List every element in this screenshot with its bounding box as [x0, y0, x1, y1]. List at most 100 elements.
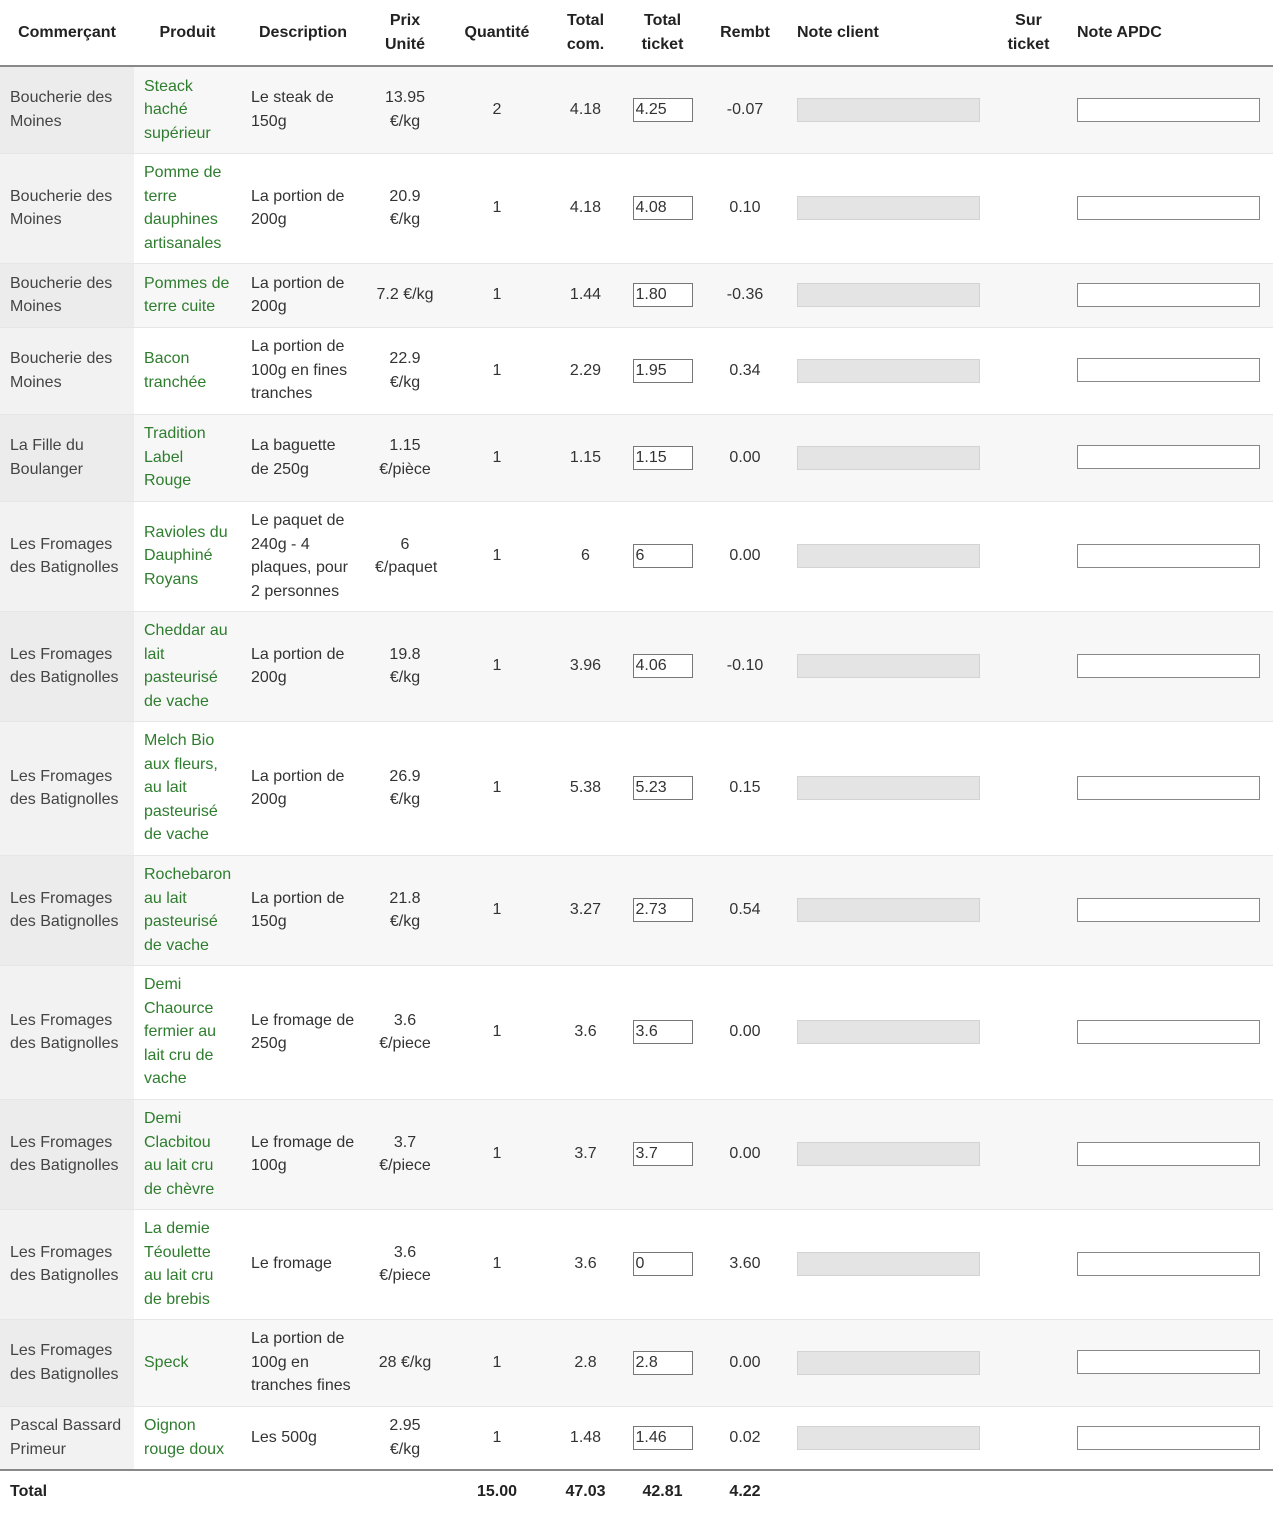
cell-apdc-note — [1067, 263, 1273, 328]
cell-total-ticket — [622, 66, 703, 154]
cell-quantity: 1 — [445, 721, 549, 856]
cell-merchant: Les Fromages des Batignolles — [0, 611, 134, 722]
cell-description: Le fromage de 250g — [241, 965, 365, 1100]
cell-description: La portion de 200g — [241, 611, 365, 722]
cell-quantity: 1 — [445, 1319, 549, 1407]
cell-description: Le fromage — [241, 1209, 365, 1320]
total-ticket-input[interactable] — [632, 654, 693, 678]
cell-refund: 0.00 — [703, 501, 787, 612]
cell-client-note — [787, 855, 990, 966]
total-ticket-input[interactable] — [632, 97, 693, 122]
total-ticket-input[interactable] — [632, 1350, 693, 1375]
total-ticket-input[interactable] — [632, 544, 693, 568]
cell-total-ticket — [622, 1099, 703, 1210]
cell-unit-price: 20.9 €/kg — [365, 153, 445, 264]
product-link[interactable]: Cheddar au lait pasteurisé de vache — [134, 611, 241, 722]
cell-description: Le fromage de 100g — [241, 1099, 365, 1210]
apdc-note-input[interactable] — [1077, 445, 1260, 470]
cell-total-ticket — [622, 263, 703, 328]
product-link[interactable]: Tradition Label Rouge — [134, 414, 241, 502]
product-link[interactable]: Steack haché supérieur — [134, 66, 241, 154]
total-ticket-input[interactable] — [632, 283, 693, 307]
table-row: Les Fromages des Batignolles Cheddar au l… — [0, 611, 1273, 722]
product-link[interactable]: Bacon tranchée — [134, 327, 241, 415]
cell-client-note — [787, 1319, 990, 1407]
cell-client-note — [787, 66, 990, 154]
apdc-note-input[interactable] — [1077, 1350, 1260, 1375]
cell-merchant: Boucherie des Moines — [0, 66, 134, 154]
table-row: Boucherie des Moines Steack haché supérie… — [0, 66, 1273, 154]
cell-on-ticket — [990, 1209, 1067, 1320]
total-ticket-input[interactable] — [632, 1020, 693, 1044]
cell-quantity: 1 — [445, 501, 549, 612]
apdc-note-input[interactable] — [1077, 1425, 1260, 1450]
cell-client-note — [787, 1209, 990, 1320]
cell-apdc-note — [1067, 501, 1273, 612]
cell-total-order: 4.18 — [549, 66, 622, 154]
table-row: Pascal Bassard Primeur Oignon rouge doux L… — [0, 1406, 1273, 1471]
cell-unit-price: 1.15 €/pièce — [365, 414, 445, 502]
apdc-note-input[interactable] — [1077, 897, 1260, 922]
product-link[interactable]: Pommes de terre cuite — [134, 263, 241, 328]
client-note-field — [797, 283, 980, 307]
apdc-note-input[interactable] — [1077, 282, 1260, 307]
total-ticket-input[interactable] — [632, 358, 693, 383]
cell-total-ticket — [622, 153, 703, 264]
apdc-note-input[interactable] — [1077, 97, 1260, 122]
total-ticket-input[interactable] — [632, 1252, 693, 1276]
cell-on-ticket — [990, 1099, 1067, 1210]
product-link[interactable]: Oignon rouge doux — [134, 1406, 241, 1471]
cell-quantity: 1 — [445, 1099, 549, 1210]
cell-refund: -0.10 — [703, 611, 787, 722]
apdc-note-input[interactable] — [1077, 1141, 1260, 1166]
cell-on-ticket — [990, 721, 1067, 856]
apdc-note-input[interactable] — [1077, 1019, 1260, 1044]
apdc-note-input[interactable] — [1077, 775, 1260, 800]
product-link[interactable]: Demi Chaource fermier au lait cru de vac… — [134, 965, 241, 1100]
cell-total-ticket — [622, 611, 703, 722]
client-note-field — [797, 544, 980, 568]
cell-merchant: Pascal Bassard Primeur — [0, 1406, 134, 1471]
cell-merchant: Les Fromages des Batignolles — [0, 1319, 134, 1407]
cell-client-note — [787, 263, 990, 328]
cell-unit-price: 3.7 €/piece — [365, 1099, 445, 1210]
cell-unit-price: 13.95 €/kg — [365, 66, 445, 154]
apdc-note-input[interactable] — [1077, 1251, 1260, 1276]
cell-apdc-note — [1067, 414, 1273, 502]
product-link[interactable]: La demie Téoulette au lait cru de brebis — [134, 1209, 241, 1320]
cell-description: La portion de 100g en tranches fines — [241, 1319, 365, 1407]
cell-refund: 0.10 — [703, 153, 787, 264]
total-ticket-input[interactable] — [632, 196, 693, 220]
total-ticket-input[interactable] — [632, 776, 693, 800]
total-ticket-input[interactable] — [632, 445, 693, 470]
cell-quantity: 1 — [445, 611, 549, 722]
header-total-ticket: Total ticket — [622, 0, 703, 67]
cell-on-ticket — [990, 855, 1067, 966]
cell-refund: 0.00 — [703, 965, 787, 1100]
cell-apdc-note — [1067, 721, 1273, 856]
cell-on-ticket — [990, 501, 1067, 612]
cell-refund: 0.02 — [703, 1406, 787, 1471]
header-client-note: Note client — [787, 0, 990, 67]
cell-quantity: 1 — [445, 965, 549, 1100]
total-ticket-input[interactable] — [632, 1142, 693, 1166]
product-link[interactable]: Pomme de terre dauphines artisanales — [134, 153, 241, 264]
apdc-note-input[interactable] — [1077, 358, 1260, 383]
cell-total-ticket — [622, 1406, 703, 1471]
apdc-note-input[interactable] — [1077, 195, 1260, 220]
header-on-ticket: Sur ticket — [990, 0, 1067, 67]
product-link[interactable]: Rochebaron au lait pasteurisé de vache — [134, 855, 241, 966]
cell-refund: -0.36 — [703, 263, 787, 328]
product-link[interactable]: Melch Bio aux fleurs, au lait pasteurisé… — [134, 721, 241, 856]
cell-merchant: Les Fromages des Batignolles — [0, 501, 134, 612]
total-ticket-input[interactable] — [632, 1425, 693, 1450]
product-link[interactable]: Ravioles du Dauphiné Royans — [134, 501, 241, 612]
total-ticket-input[interactable] — [632, 898, 693, 922]
apdc-note-input[interactable] — [1077, 653, 1260, 678]
table-row: La Fille du Boulanger Tradition Label Rou… — [0, 414, 1273, 502]
product-link[interactable]: Demi Clacbitou au lait cru de chèvre — [134, 1099, 241, 1210]
cell-apdc-note — [1067, 1099, 1273, 1210]
cell-refund: 0.54 — [703, 855, 787, 966]
apdc-note-input[interactable] — [1077, 543, 1260, 568]
product-link[interactable]: Speck — [134, 1319, 241, 1407]
